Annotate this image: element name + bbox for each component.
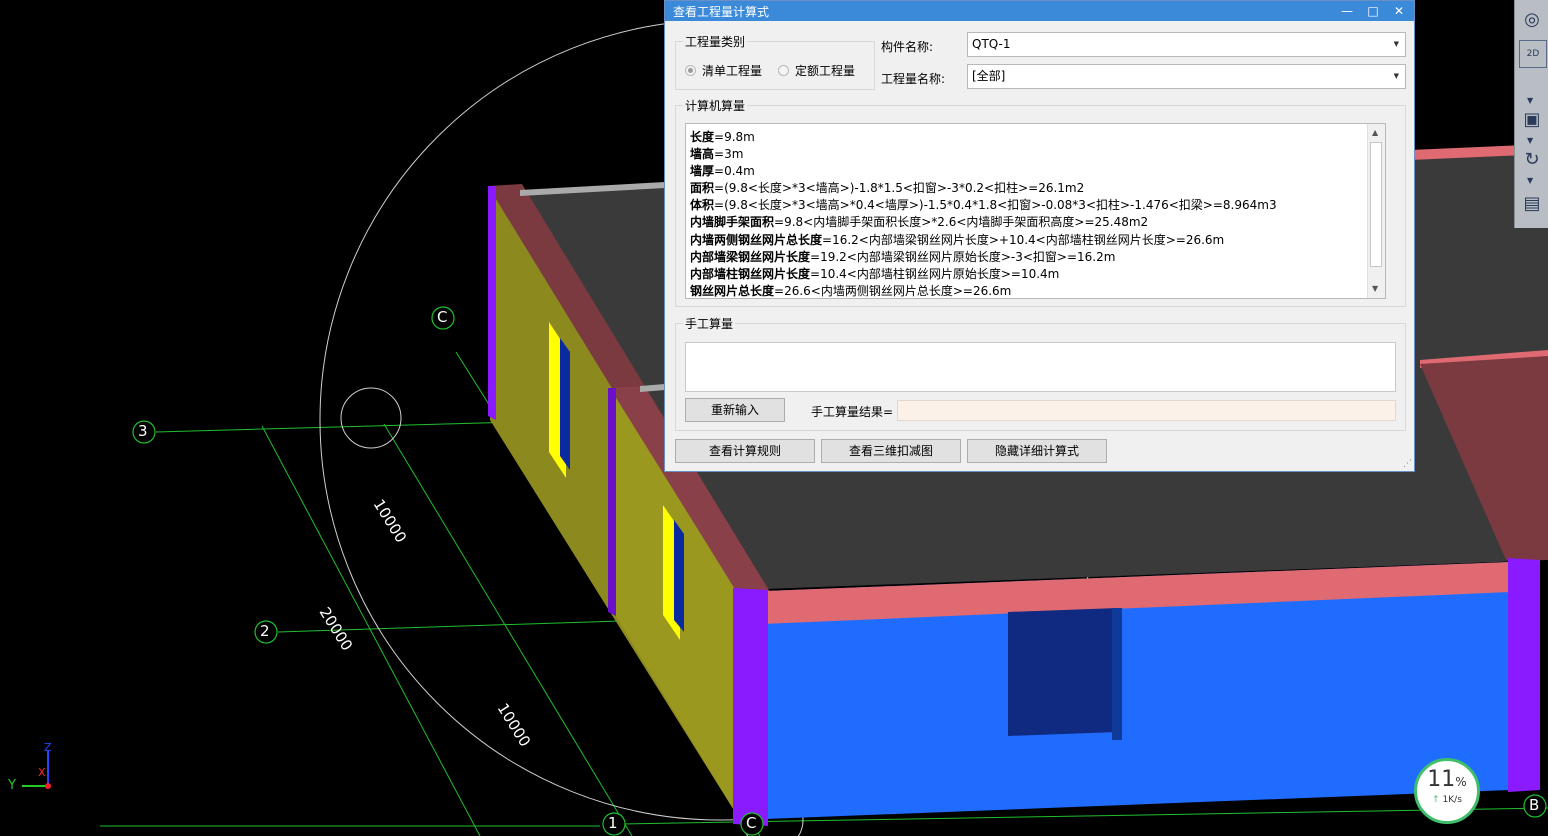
view-toolbar: ◎ 2D ▼ ▣ ▼ ↻ ▼ ▤ [1514, 0, 1548, 228]
component-name-value: QTQ-1 [972, 37, 1011, 51]
calc-line: 墙厚=0.4m [690, 164, 755, 179]
network-percent-unit: % [1455, 775, 1467, 789]
radio-dot[interactable] [778, 65, 789, 76]
computer-calc-title: 计算机算量 [683, 97, 748, 114]
calc-formula-textbox[interactable]: 长度=9.8m 墙高=3m 墙厚=0.4m 面积=(9.8<长度>*3<墙高>)… [685, 123, 1386, 299]
orbit-icon[interactable]: ◎ [1519, 6, 1545, 32]
manual-result-field[interactable] [897, 400, 1396, 421]
manual-result-label: 手工算量结果= [811, 405, 894, 419]
rotate-icon[interactable]: ↻ [1519, 146, 1545, 172]
axis-label-b: B [1529, 796, 1540, 814]
hide-detail-formula-button[interactable]: 隐藏详细计算式 [967, 439, 1107, 463]
calc-line: 钢丝网片总长度=26.6<内墙两侧钢丝网片总长度>=26.6m [690, 283, 1012, 298]
network-speed: 1K/s [1442, 795, 1462, 805]
manual-calc-title: 手工算量 [683, 315, 736, 332]
scroll-down-icon[interactable]: ▼ [1372, 284, 1378, 293]
close-button[interactable]: ✕ [1389, 2, 1409, 20]
calc-line: 长度=9.8m [690, 130, 755, 144]
layers-icon[interactable]: ▤ [1519, 190, 1545, 216]
calc-scrollbar[interactable]: ▲ ▼ [1367, 124, 1385, 298]
3d-box-icon[interactable]: ▣ [1519, 106, 1545, 132]
calc-line: 内墙脚手架面积=9.8<内墙脚手架面积长度>*2.6<内墙脚手架面积高度>=25… [690, 215, 1149, 230]
radio-qingdan[interactable]: 清单工程量 [685, 62, 762, 79]
reinput-button[interactable]: 重新输入 [685, 398, 785, 422]
chevron-down-icon[interactable]: ▼ [1394, 33, 1399, 56]
calc-line: 内部墙柱钢丝网片长度=10.4<内部墙柱钢丝网片原始长度>=10.4m [690, 266, 1060, 281]
chevron-down-icon[interactable]: ▼ [1527, 136, 1533, 145]
minimize-button[interactable]: — [1337, 2, 1357, 20]
chevron-down-icon[interactable]: ▼ [1527, 176, 1533, 185]
axis-label-c-bottom: C [746, 814, 757, 832]
network-speed-widget[interactable]: 11% ↑ 1K/s [1414, 758, 1480, 824]
calc-line: 内部墙梁钢丝网片长度=19.2<内部墙梁钢丝网片原始长度>-3<扣窗>=16.2… [690, 249, 1116, 264]
quantity-name-select[interactable]: [全部] ▼ [967, 64, 1406, 89]
axis-label-2: 2 [260, 622, 270, 640]
radio-qingdan-label: 清单工程量 [702, 64, 763, 78]
radio-dinge[interactable]: 定额工程量 [778, 62, 855, 79]
axis-label-c-top: C [437, 308, 448, 326]
view-rules-button[interactable]: 查看计算规则 [675, 439, 815, 463]
axis-x-label: X [38, 766, 46, 779]
quantity-name-label: 工程量名称: [881, 72, 946, 86]
2d-view-button[interactable]: 2D [1519, 40, 1547, 68]
chevron-down-icon[interactable]: ▼ [1394, 65, 1399, 88]
axis-y-label: Y [8, 778, 16, 793]
resize-grip-icon[interactable]: ⋰ [1403, 459, 1412, 469]
quantity-formula-dialog: 查看工程量计算式 — □ ✕ 工程量类别 清单工程量 定额工程量 构件名称: Q… [664, 0, 1415, 472]
scroll-thumb[interactable] [1370, 142, 1382, 267]
dialog-title-bar[interactable]: 查看工程量计算式 — □ ✕ [665, 1, 1414, 21]
calc-line: 内墙两侧钢丝网片总长度=16.2<内部墙梁钢丝网片长度>+10.4<内部墙柱钢丝… [690, 232, 1225, 247]
axis-z-label: Z [44, 741, 52, 754]
quantity-category-title: 工程量类别 [683, 33, 748, 50]
calc-line: 墙高=3m [690, 147, 744, 162]
calc-formula-lines: 长度=9.8m 墙高=3m 墙厚=0.4m 面积=(9.8<长度>*3<墙高>)… [690, 129, 1365, 298]
component-name-label: 构件名称: [881, 40, 934, 54]
manual-calc-textbox[interactable] [685, 342, 1396, 392]
axis-label-1: 1 [608, 814, 618, 832]
maximize-button[interactable]: □ [1363, 2, 1383, 20]
calc-line: 面积=(9.8<长度>*3<墙高>)-1.8*1.5<扣窗>-3*0.2<扣柱>… [690, 181, 1085, 196]
upload-arrow-icon: ↑ [1432, 795, 1440, 805]
chevron-down-icon[interactable]: ▼ [1527, 96, 1533, 105]
dialog-title: 查看工程量计算式 [673, 5, 770, 19]
radio-dinge-label: 定额工程量 [795, 64, 856, 78]
component-name-select[interactable]: QTQ-1 ▼ [967, 32, 1406, 57]
quantity-name-value: [全部] [972, 69, 1006, 83]
view-3d-deduction-button[interactable]: 查看三维扣减图 [821, 439, 961, 463]
scroll-up-icon[interactable]: ▲ [1372, 128, 1378, 137]
calc-line: 体积=(9.8<长度>*3<墙高>*0.4<墙厚>)-1.5*0.4*1.8<扣… [690, 198, 1277, 213]
network-percent: 11 [1427, 767, 1456, 792]
radio-dot[interactable] [685, 65, 696, 76]
axis-label-3: 3 [138, 422, 148, 440]
